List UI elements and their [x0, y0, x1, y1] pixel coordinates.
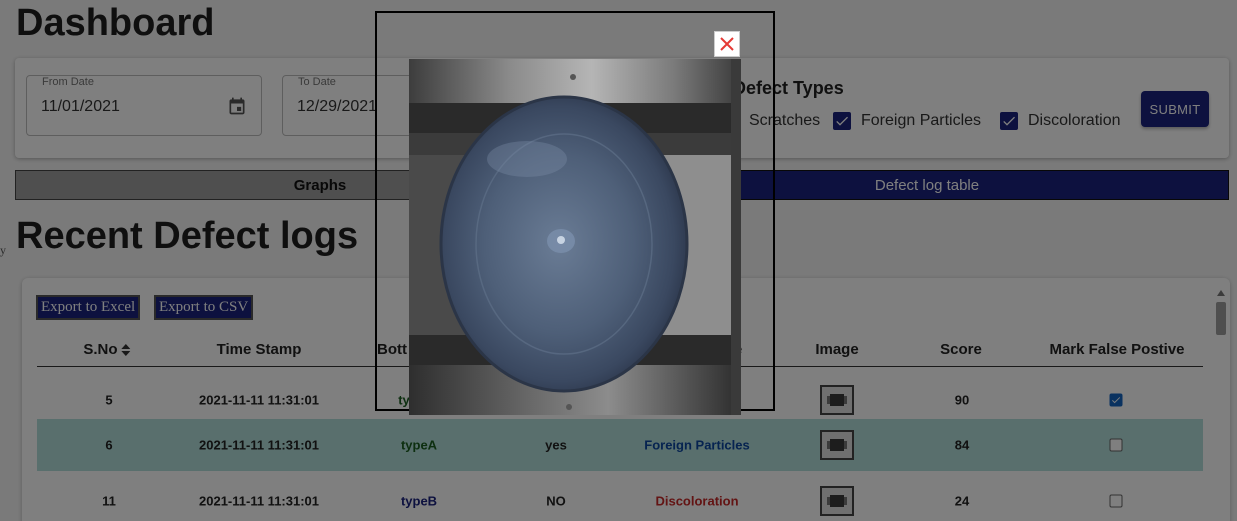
bottle-image-icon — [409, 59, 741, 415]
close-icon[interactable] — [719, 36, 735, 52]
close-button[interactable] — [714, 31, 740, 57]
bottle-photo — [409, 59, 741, 415]
